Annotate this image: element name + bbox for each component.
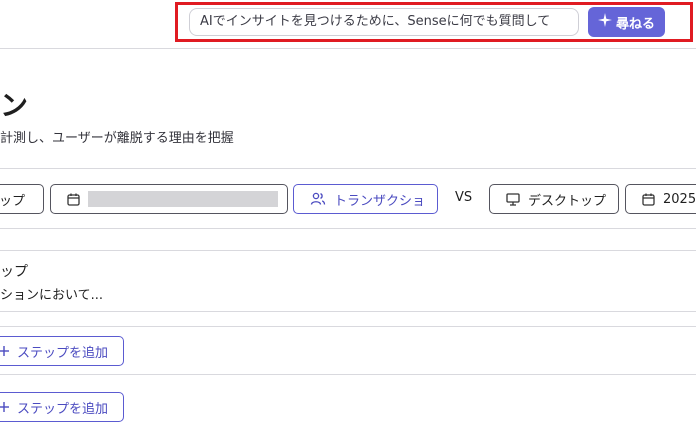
add-step-button-label: ステップを追加	[17, 345, 109, 361]
filter-pill-left-label: ップ	[0, 193, 26, 209]
filter-pill-left[interactable]: ップ	[0, 184, 44, 214]
comparison-date-label: 2025/	[663, 191, 696, 207]
users-icon	[310, 192, 326, 206]
ask-button-label: 尋ねる	[615, 16, 655, 32]
filters-top-divider	[0, 168, 696, 169]
calendar-icon	[642, 193, 655, 206]
step-bottom-divider	[0, 311, 696, 312]
comparison-date-picker[interactable]: 2025/	[625, 184, 696, 214]
header-divider	[0, 48, 696, 49]
monitor-icon	[506, 192, 520, 206]
step-top-divider	[0, 250, 696, 251]
add-step-divider-1	[0, 326, 696, 327]
date-range-redacted	[88, 191, 278, 207]
add-step-button-2-label: ステップを追加	[17, 401, 109, 417]
device-filter-label: デスクトップ	[528, 193, 607, 209]
device-filter[interactable]: デスクトップ	[489, 184, 619, 214]
plus-icon	[0, 346, 9, 356]
sparkle-icon	[597, 13, 612, 31]
step-title: ップ	[0, 264, 28, 280]
page-subtitle: 計測し、ユーザーが離脱する理由を把握	[0, 131, 234, 146]
date-range-picker[interactable]	[50, 184, 288, 214]
step-description: ションにおいて...	[0, 288, 104, 303]
add-step-button[interactable]: ステップを追加	[0, 336, 124, 366]
segment-filter[interactable]: トランザクショ	[293, 184, 438, 214]
add-step-button-2[interactable]: ステップを追加	[0, 392, 124, 422]
add-step-divider-2	[0, 374, 696, 375]
filters-bottom-divider	[0, 228, 696, 229]
page-title: ン	[0, 89, 29, 122]
plus-icon	[0, 402, 9, 412]
vs-label: VS	[455, 190, 473, 205]
calendar-icon	[67, 193, 80, 206]
ask-button[interactable]: 尋ねる	[588, 7, 665, 37]
ask-input[interactable]: AIでインサイトを見つけるために、Senseに何でも質問して	[189, 8, 579, 36]
segment-filter-label: トランザクショ	[334, 193, 426, 209]
